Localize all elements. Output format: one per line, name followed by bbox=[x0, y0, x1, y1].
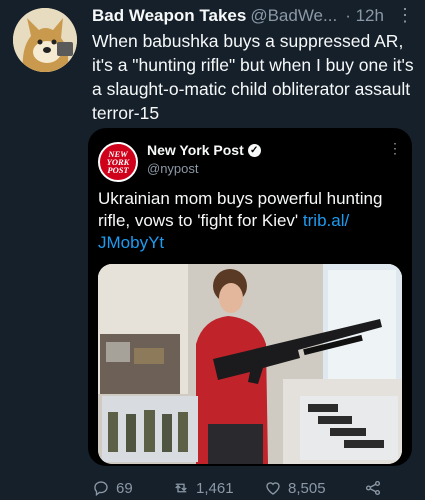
quoted-more-icon[interactable]: ⋮ bbox=[388, 140, 402, 157]
like-icon bbox=[266, 482, 280, 495]
retweet-button[interactable]: 1,461 bbox=[172, 479, 264, 497]
tweet-actions: 69 1,461 8,505 bbox=[92, 478, 422, 498]
quoted-author[interactable]: New York Post ✓ bbox=[147, 142, 261, 158]
quoted-author-handle[interactable]: @nypost bbox=[147, 161, 199, 176]
reply-count: 69 bbox=[116, 479, 133, 497]
author-name[interactable]: Bad Weapon Takes bbox=[92, 6, 246, 26]
reply-icon bbox=[94, 481, 108, 497]
share-icon bbox=[365, 480, 381, 496]
more-icon[interactable]: ⋮ bbox=[396, 5, 414, 26]
tweet-header: Bad Weapon Takes @BadWe... · 12h ⋮ bbox=[92, 5, 417, 27]
tweet-text: When babushka buys a suppressed AR, it's… bbox=[92, 31, 414, 123]
quoted-tweet[interactable]: NEW YORK POST New York Post ✓ @nypost ⋮ … bbox=[88, 128, 412, 466]
author-avatar[interactable] bbox=[13, 8, 77, 72]
like-button[interactable]: 8,505 bbox=[264, 479, 364, 497]
woman-with-rifle-photo bbox=[98, 264, 402, 464]
retweet-icon bbox=[175, 483, 187, 493]
share-button[interactable] bbox=[364, 479, 382, 497]
like-count: 8,505 bbox=[288, 479, 326, 497]
tweet-time[interactable]: · 12h bbox=[345, 6, 384, 26]
reply-button[interactable]: 69 bbox=[92, 479, 172, 497]
quoted-text: Ukrainian mom buys powerful hunting rifl… bbox=[98, 188, 398, 254]
author-handle[interactable]: @BadWe... bbox=[250, 6, 337, 26]
retweet-count: 1,461 bbox=[196, 479, 234, 497]
quoted-author-name: New York Post bbox=[147, 142, 244, 158]
nypost-avatar[interactable]: NEW YORK POST bbox=[98, 142, 138, 182]
nypost-logo-text: NEW YORK POST bbox=[106, 149, 130, 175]
quoted-photo[interactable] bbox=[98, 264, 402, 464]
verified-icon: ✓ bbox=[247, 143, 261, 157]
doge-avatar-image bbox=[13, 8, 77, 72]
